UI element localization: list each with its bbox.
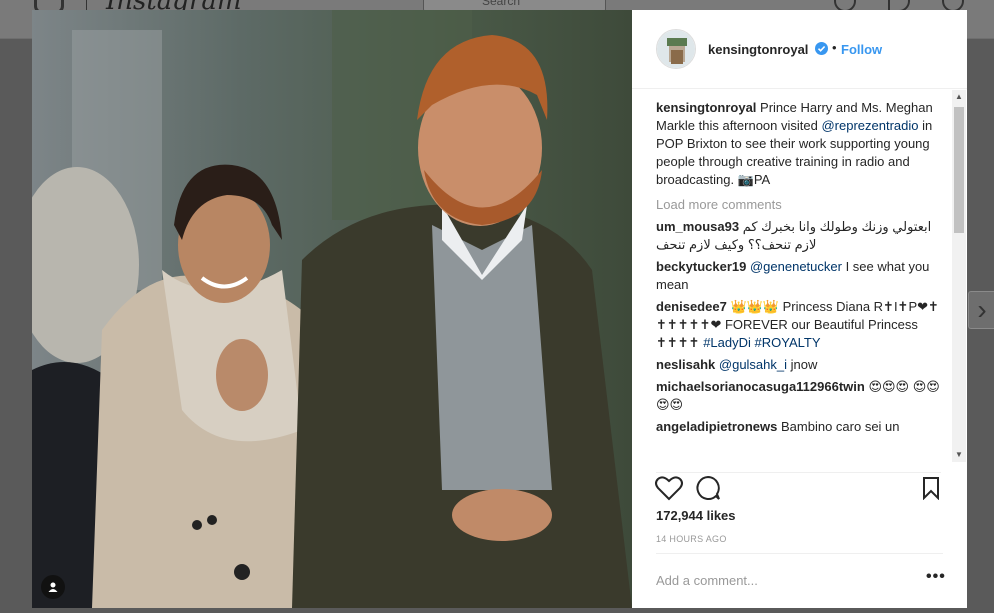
post-panel: kensingtonroyal • Follow kensingtonroyal… [632,10,967,608]
next-post-button[interactable]: › [968,291,994,329]
scroll-up-arrow-icon[interactable]: ▲ [952,90,966,104]
comments-list: kensingtonroyal Prince Harry and Ms. Meg… [656,99,941,471]
comment-mention[interactable]: @genenetucker [750,259,842,274]
caption-username[interactable]: kensingtonroyal [656,100,756,115]
search-placeholder: Search [482,0,521,8]
comment-username[interactable]: neslisahk [656,357,715,372]
load-more-comments-button[interactable]: Load more comments [656,196,941,214]
comment-username[interactable]: angeladipietronews [656,419,777,434]
comment-hashtags[interactable]: #LadyDi #ROYALTY [703,335,820,350]
comment-username[interactable]: denisedee7 [656,299,727,314]
comment-text: jnow [790,357,818,372]
tag-user-icon[interactable] [41,575,65,599]
list-item: neslisahk @gulsahk_i jnow [656,356,941,374]
post-header: kensingtonroyal • Follow [632,10,967,89]
follow-button[interactable]: Follow [841,42,882,57]
separator-dot: • [832,40,837,55]
comment-username[interactable]: michaelsorianocasuga112966twin [656,379,865,394]
list-item: denisedee7 👑👑👑 Princess Diana R✝I✝P❤✝ ✝✝… [656,298,941,352]
likes-count[interactable]: 172,944 likes [656,508,736,523]
username-link[interactable]: kensingtonroyal [708,42,808,57]
bookmark-icon[interactable] [921,476,941,500]
actions-divider [656,472,941,473]
comment-mention[interactable]: @gulsahk_i [719,357,787,372]
chevron-right-icon: › [977,294,987,325]
list-item: um_mousa93 ابعتولي وزنك وطولك وانا بخبرك… [656,218,941,254]
scrollbar-thumb[interactable] [954,107,964,233]
heart-icon[interactable] [654,475,684,501]
comment-username[interactable]: um_mousa93 [656,219,739,234]
post-timestamp[interactable]: 14 HOURS AGO [656,534,727,544]
list-item: michaelsorianocasuga112966twin 😍😍😍 😍😍😍😍 [656,378,941,414]
scroll-down-arrow-icon[interactable]: ▼ [952,448,966,462]
add-comment-divider [656,553,943,554]
post-photo[interactable] [32,10,632,608]
caption: kensingtonroyal Prince Harry and Ms. Meg… [656,99,941,189]
comment-username[interactable]: beckytucker19 [656,259,746,274]
comment-text: Bambino caro sei un [781,419,900,434]
header-divider [86,0,87,10]
list-item: beckytucker19 @genenetucker I see what y… [656,258,941,294]
verified-icon [815,42,828,55]
add-comment-input[interactable]: Add a comment... [656,573,758,588]
caption-mention[interactable]: @reprezentradio [821,118,918,133]
more-options-button[interactable]: ••• [926,568,946,586]
comment-icon[interactable] [695,475,721,501]
list-item: angeladipietronews Bambino caro sei un [656,418,941,436]
avatar[interactable] [656,29,696,69]
comments-scrollbar[interactable]: ▲ ▼ [952,90,966,462]
